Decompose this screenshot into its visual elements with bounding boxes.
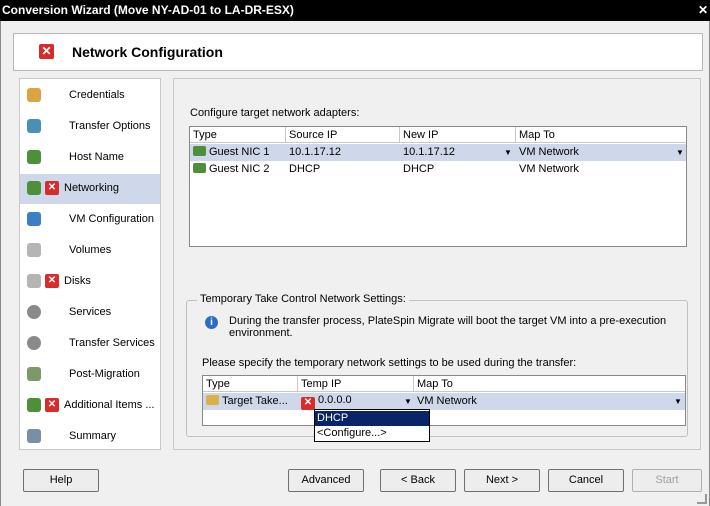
summary-icon — [27, 429, 41, 443]
sidebar-item-label: Host Name — [69, 151, 125, 163]
host-name-icon — [27, 150, 41, 164]
type-cell: Guest NIC 2 — [193, 163, 270, 175]
group-title: Temporary Take Control Network Settings: — [197, 293, 409, 305]
button-bar: Help Advanced < Back Next > Cancel Start — [1, 461, 709, 506]
sidebar-item-label: Transfer Options — [69, 120, 151, 132]
chevron-down-icon[interactable]: ▼ — [404, 397, 412, 406]
wizard-window: ✕ Network Configuration Credentials Tran… — [0, 21, 710, 506]
services-icon — [27, 305, 41, 319]
title-bar: Conversion Wizard (Move NY-AD-01 to LA-D… — [0, 0, 710, 21]
temp-network-settings-group: Temporary Take Control Network Settings:… — [186, 293, 688, 442]
error-icon: ✕ — [45, 181, 59, 195]
sidebar-item-label: Volumes — [69, 244, 112, 256]
adapters-caption: Configure target network adapters: — [190, 107, 360, 119]
table-row[interactable]: Target Take... ✕ 0.0.0.0 ▼ VM Network ▼ — [203, 393, 685, 410]
sidebar-item-vm-configuration[interactable]: VM Configuration — [20, 205, 160, 235]
column-header-map-to[interactable]: Map To — [414, 376, 685, 392]
sidebar-item-label: Summary — [69, 430, 117, 442]
type-cell: Target Take... — [206, 395, 288, 407]
type-cell: Guest NIC 1 — [193, 146, 270, 158]
sidebar-item-label: Disks — [64, 275, 91, 287]
map-to-cell[interactable]: VM Network — [519, 163, 579, 175]
sidebar-item-label: Additional Items ... — [64, 399, 155, 411]
close-icon[interactable]: ✕ — [698, 0, 708, 21]
temp-ip-dropdown-list: DHCP <Configure...> — [314, 409, 430, 442]
source-ip-cell: DHCP — [289, 163, 321, 175]
sidebar-item-post-migration[interactable]: Post-Migration — [20, 360, 160, 390]
column-header-temp-ip[interactable]: Temp IP — [298, 376, 414, 392]
wizard-sidebar: Credentials Transfer Options Host Name ✕… — [19, 78, 161, 450]
transfer-options-icon — [27, 119, 41, 133]
sidebar-item-additional-items[interactable]: ✕ Additional Items ... — [20, 391, 160, 421]
dropdown-option-dhcp[interactable]: DHCP — [315, 411, 429, 426]
map-to-cell[interactable]: VM Network — [417, 395, 477, 407]
sidebar-item-volumes[interactable]: Volumes — [20, 236, 160, 266]
error-icon: ✕ — [301, 397, 315, 410]
sidebar-item-summary[interactable]: Summary — [20, 422, 160, 452]
sidebar-item-label: Post-Migration — [69, 368, 140, 380]
sidebar-item-transfer-options[interactable]: Transfer Options — [20, 112, 160, 142]
help-button[interactable]: Help — [23, 469, 99, 492]
next-button[interactable]: Next > — [464, 469, 540, 492]
chevron-down-icon[interactable]: ▼ — [676, 148, 684, 157]
info-icon: i — [205, 316, 218, 329]
error-icon: ✕ — [45, 398, 59, 412]
resize-grip-icon[interactable] — [697, 494, 707, 504]
temp-ip-cell[interactable]: ✕ 0.0.0.0 — [301, 394, 352, 410]
table-row[interactable]: Guest NIC 1 10.1.17.12 10.1.17.12 ▼ VM N… — [190, 144, 686, 161]
network-adapter-icon — [193, 163, 206, 173]
advanced-button[interactable]: Advanced — [288, 469, 364, 492]
table-row[interactable]: Guest NIC 2 DHCP DHCP VM Network — [190, 161, 686, 178]
error-icon: ✕ — [45, 274, 59, 288]
column-header-type[interactable]: Type — [190, 127, 286, 143]
dropdown-option-configure[interactable]: <Configure...> — [315, 426, 429, 441]
additional-items-icon — [27, 398, 41, 412]
transfer-services-icon — [27, 336, 41, 350]
sidebar-item-credentials[interactable]: Credentials — [20, 81, 160, 111]
vm-configuration-icon — [27, 212, 41, 226]
sidebar-item-transfer-services[interactable]: Transfer Services — [20, 329, 160, 359]
sidebar-item-label: Services — [69, 306, 112, 318]
column-header-type[interactable]: Type — [203, 376, 298, 392]
post-migration-icon — [27, 367, 41, 381]
cancel-button[interactable]: Cancel — [548, 469, 624, 492]
sidebar-item-host-name[interactable]: Host Name — [20, 143, 160, 173]
chevron-down-icon[interactable]: ▼ — [674, 397, 682, 406]
page-header: ✕ Network Configuration — [13, 33, 703, 71]
column-header-source-ip[interactable]: Source IP — [286, 127, 400, 143]
networking-icon — [27, 181, 41, 195]
sidebar-item-label: Credentials — [69, 89, 125, 101]
column-header-new-ip[interactable]: New IP — [400, 127, 516, 143]
sidebar-item-disks[interactable]: ✕ Disks — [20, 267, 160, 297]
chevron-down-icon[interactable]: ▼ — [504, 148, 512, 157]
temp-settings-caption: Please specify the temporary network set… — [202, 357, 577, 369]
sidebar-item-services[interactable]: Services — [20, 298, 160, 328]
window-title: Conversion Wizard (Move NY-AD-01 to LA-D… — [2, 3, 294, 17]
disks-icon — [27, 274, 41, 288]
temp-settings-table: Type Temp IP Map To Target Take... ✕ 0.0.… — [202, 375, 686, 442]
sidebar-item-label: Transfer Services — [69, 337, 155, 349]
new-ip-cell[interactable]: DHCP — [403, 163, 434, 175]
network-adapter-icon — [193, 146, 206, 156]
volumes-icon — [27, 243, 41, 257]
networking-panel: Configure target network adapters: Type … — [173, 78, 701, 450]
back-button[interactable]: < Back — [380, 469, 456, 492]
target-machine-icon — [206, 395, 219, 405]
credentials-icon — [27, 88, 41, 102]
sidebar-item-label: Networking — [64, 182, 120, 194]
column-header-map-to[interactable]: Map To — [516, 127, 686, 143]
start-button[interactable]: Start — [632, 469, 702, 492]
page-title: Network Configuration — [72, 44, 223, 60]
error-icon: ✕ — [39, 44, 54, 59]
new-ip-cell[interactable]: 10.1.17.12 — [403, 146, 455, 158]
source-ip-cell: 10.1.17.12 — [289, 146, 341, 158]
sidebar-item-label: VM Configuration — [69, 213, 154, 225]
map-to-cell[interactable]: VM Network — [519, 146, 579, 158]
info-text: During the transfer process, PlateSpin M… — [229, 315, 667, 339]
sidebar-item-networking[interactable]: ✕ Networking — [20, 174, 160, 204]
adapters-table: Type Source IP New IP Map To Guest NIC 1… — [189, 126, 687, 247]
